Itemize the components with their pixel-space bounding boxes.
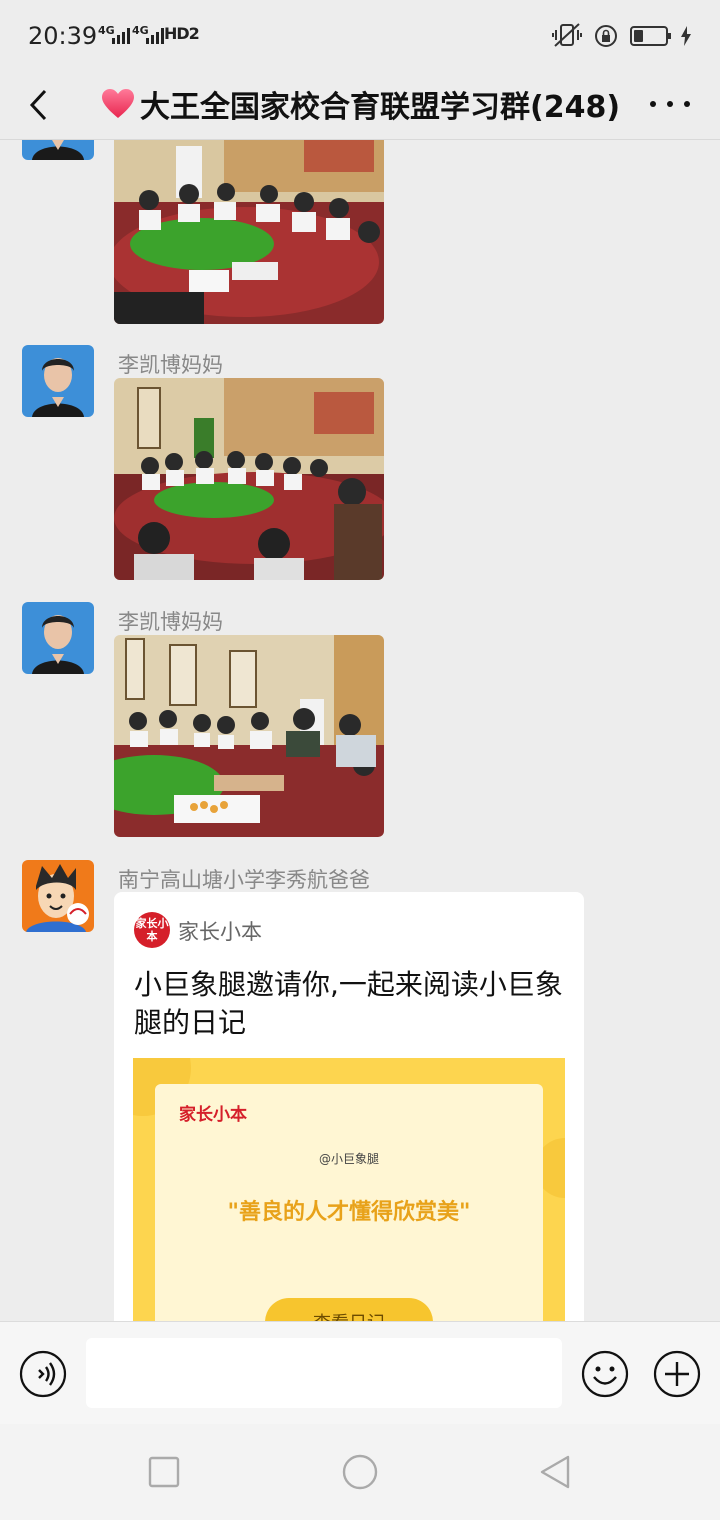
banquet-photo [114,140,384,324]
home-icon[interactable] [342,1454,378,1490]
avatar-cartoon [22,860,94,932]
chevron-left-icon [29,89,47,121]
avatar-woman-photo [22,345,94,417]
avatar[interactable] [22,602,94,674]
signal-2-icon [146,28,164,44]
link-card[interactable]: 家长小本 家长小本 小巨象腿邀请你,一起来阅读小巨象腿的日记 家长小本 @小巨象… [114,892,584,1321]
avatar-woman-photo [22,602,94,674]
thumbnail-panel: 家长小本 @小巨象腿 "善良的人才懂得欣赏美" 查看日记 [155,1084,543,1321]
avatar[interactable] [22,860,94,932]
sender-name: 李凯博妈妈 [118,353,223,377]
signal-1-icon [112,28,130,44]
back-triangle-icon[interactable] [538,1454,574,1490]
sender-name: 李凯博妈妈 [118,610,223,634]
banquet-photo [114,378,384,580]
status-bar: 20:39 4G 4G HD2 [0,0,720,70]
more-dot [667,101,673,107]
chat-title: 大王全国家校合育联盟学习群(248) [140,90,620,125]
chat-header: 大王全国家校合育联盟学习群(248) [0,70,720,140]
voice-icon[interactable] [19,1350,67,1398]
chat-list[interactable]: 李凯博妈妈 李凯博妈妈 南宁高山塘小学李秀航爸爸 家长小本 家长小本 小巨象腿邀… [0,140,720,1321]
more-button[interactable] [650,84,690,124]
rotation-lock-icon [595,25,617,47]
heart-icon [102,89,134,118]
avatar-woman-photo [22,140,94,160]
thumbnail-quote: "善良的人才懂得欣赏美" [227,1200,471,1225]
status-right [552,22,692,50]
avatar[interactable] [22,345,94,417]
thumbnail-logo: 家长小本 [179,1105,247,1125]
view-diary-button: 查看日记 [265,1298,433,1321]
battery-fill [634,30,643,42]
emoji-icon[interactable] [581,1350,629,1398]
input-bar [0,1321,720,1424]
banquet-photo [114,635,384,837]
image-message[interactable] [114,635,384,837]
chat-title-wrap[interactable]: 大王全国家校合育联盟学习群(248) [100,78,620,130]
status-time: 20:39 [28,22,98,50]
sender-name: 南宁高山塘小学李秀航爸爸 [118,868,370,892]
more-dot [684,101,690,107]
avatar[interactable] [22,140,94,160]
card-app-name: 家长小本 [178,920,262,944]
app-logo-icon: 家长小本 [134,912,170,948]
system-navigation-bar [0,1424,720,1520]
hd-badge: HD2 [164,24,200,43]
battery-icon [630,26,671,46]
image-message[interactable] [114,378,384,580]
vibrate-icon [552,23,582,47]
message-input[interactable] [86,1338,562,1408]
recent-apps-icon[interactable] [146,1454,182,1490]
charging-bolt-icon [681,26,691,46]
thumbnail-handle: @小巨象腿 [318,1152,379,1166]
plus-icon[interactable] [653,1350,701,1398]
card-thumbnail: 家长小本 @小巨象腿 "善良的人才懂得欣赏美" 查看日记 [133,1058,565,1321]
card-title: 小巨象腿邀请你,一起来阅读小巨象腿的日记 [134,968,563,1039]
back-button[interactable] [18,80,58,130]
more-dots-icon [650,101,656,107]
image-message[interactable] [114,140,384,324]
